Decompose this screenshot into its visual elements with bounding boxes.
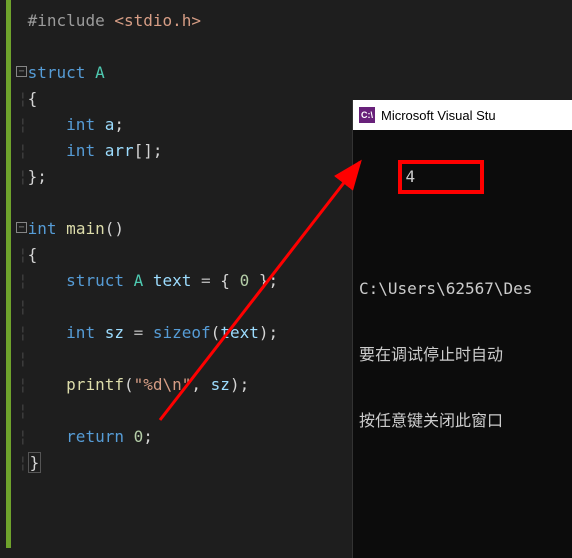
vs-icon: C:\ [359,107,375,123]
header: <stdio.h> [114,11,201,30]
console-output: 4 [406,167,416,186]
code-area[interactable]: #include <stdio.h> − struct A ¦{ ¦ int a… [18,8,380,476]
op-eq: = [134,323,153,342]
class-name: A [85,63,104,82]
kw-int: int [66,141,95,160]
console-path: C:\Users\62567\Des [359,278,566,300]
kw-struct: struct [28,63,86,82]
var-sz: sz [95,323,134,342]
var-a: a [95,115,114,134]
output-highlight: 4 [398,160,484,194]
kw-int: int [28,219,57,238]
brace: { [28,245,38,264]
num: 0 [240,271,250,290]
var-arr: arr [95,141,134,160]
brace: }; [249,271,278,290]
parens: () [105,219,124,238]
console-body: 4 C:\Users\62567\Des 要在调试停止时自动 按任意键关闭此窗口 [353,130,572,484]
fold-icon[interactable]: − [16,222,27,233]
semicolon: ; [143,427,153,446]
format-str: "%d\n" [134,375,192,394]
window-title: Microsoft Visual Stu [381,108,496,123]
var-text: text [143,271,201,290]
change-indicator [6,0,11,548]
brackets: [] [134,141,153,160]
arg-sz: sz [211,375,230,394]
fn-main: main [57,219,105,238]
paren: ( [124,375,134,394]
kw-int: int [66,323,95,342]
kw-int: int [66,115,95,134]
brace: { [220,271,239,290]
num: 0 [124,427,143,446]
brace-close: }; [28,167,47,186]
kw-sizeof: sizeof [153,323,211,342]
title-bar[interactable]: C:\ Microsoft Visual Stu [353,100,572,130]
op-eq: = [201,271,220,290]
comma: , [191,375,210,394]
console-msg: 按任意键关闭此窗口 [359,410,566,432]
code-editor[interactable]: #include <stdio.h> − struct A ¦{ ¦ int a… [0,0,380,558]
class-name: A [124,271,143,290]
preproc: #include [28,11,115,30]
fold-icon[interactable]: − [16,66,27,77]
paren: ); [230,375,249,394]
brace-close: } [28,452,42,473]
fn-printf: printf [66,375,124,394]
kw-return: return [66,427,124,446]
kw-struct: struct [66,271,124,290]
paren: ( [211,323,221,342]
brace: { [28,89,38,108]
console-msg: 要在调试停止时自动 [359,344,566,366]
console-window[interactable]: C:\ Microsoft Visual Stu 4 C:\Users\6256… [352,100,572,558]
arg-text: text [220,323,259,342]
paren: ); [259,323,278,342]
